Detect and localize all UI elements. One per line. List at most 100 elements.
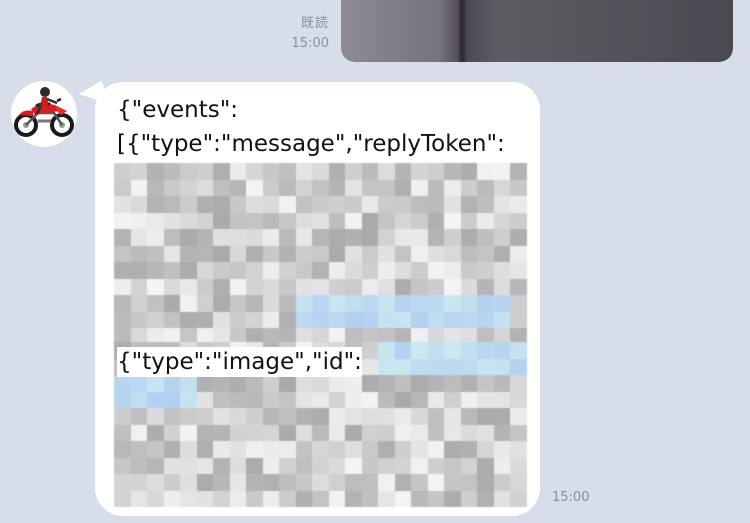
mosaic-pixel [328,245,345,262]
mosaic-pixel [147,391,164,408]
mosaic-pixel [411,163,428,180]
mosaic-pixel [345,490,362,507]
mosaic-pixel [460,424,477,441]
mosaic-pixel [510,163,527,180]
sender-avatar[interactable] [11,81,77,147]
mosaic-pixel [130,408,147,425]
mosaic-pixel [328,457,345,474]
mosaic-pixel [493,278,510,295]
mosaic-pixel [180,408,197,425]
mosaic-pixel [345,196,362,213]
mosaic-pixel [444,441,461,458]
mosaic-pixel [493,179,510,196]
mosaic-pixel [510,474,527,491]
mosaic-pixel [394,474,411,491]
mosaic-pixel [427,358,444,375]
mosaic-pixel [196,196,213,213]
mosaic-pixel [477,229,494,246]
mosaic-pixel [427,408,444,425]
mosaic-pixel [279,295,296,312]
mosaic-pixel [411,212,428,229]
mosaic-pixel [411,278,428,295]
mosaic-pixel [427,342,444,359]
mosaic-pixel [460,391,477,408]
mosaic-pixel [510,212,527,229]
mosaic-pixel [295,179,312,196]
mosaic-pixel [312,457,329,474]
mosaic-pixel [361,490,378,507]
mosaic-pixel [279,457,296,474]
mosaic-pixel [295,245,312,262]
mosaic-pixel [246,163,263,180]
mosaic-pixel [328,163,345,180]
mosaic-pixel [361,474,378,491]
mosaic-pixel [196,490,213,507]
mosaic-pixel [510,408,527,425]
mosaic-pixel [510,245,527,262]
mosaic-pixel [163,245,180,262]
mosaic-pixel [328,295,345,312]
mosaic-pixel [477,245,494,262]
mosaic-pixel [361,262,378,279]
mosaic-pixel [130,375,147,392]
mosaic-pixel [312,295,329,312]
mosaic-pixel [213,262,230,279]
mosaic-pixel [295,212,312,229]
mosaic-pixel [312,245,329,262]
mosaic-pixel [477,179,494,196]
mosaic-pixel [114,212,131,229]
mosaic-pixel [180,278,197,295]
mosaic-pixel [345,441,362,458]
mosaic-pixel [312,262,329,279]
mosaic-pixel [460,358,477,375]
mosaic-pixel [460,245,477,262]
mosaic-pixel [361,311,378,328]
mosaic-pixel [163,278,180,295]
mosaic-pixel [378,474,395,491]
mosaic-pixel [312,441,329,458]
mosaic-pixel [411,342,428,359]
mosaic-pixel [295,424,312,441]
mosaic-pixel [345,295,362,312]
mosaic-pixel [361,212,378,229]
mosaic-pixel [246,196,263,213]
mosaic-pixel [295,196,312,213]
mosaic-pixel [279,311,296,328]
mosaic-pixel [361,424,378,441]
mosaic-pixel [427,163,444,180]
sent-message-meta: 既読 15:00 [292,14,329,54]
mosaic-pixel [180,179,197,196]
mosaic-pixel [394,179,411,196]
mosaic-pixel [213,408,230,425]
mosaic-pixel [213,245,230,262]
mosaic-pixel [229,229,246,246]
mosaic-pixel [361,358,378,375]
mosaic-pixel [444,229,461,246]
mosaic-pixel [345,375,362,392]
mosaic-pixel [262,490,279,507]
mosaic-pixel [394,391,411,408]
mosaic-pixel [147,295,164,312]
mosaic-pixel [328,441,345,458]
mosaic-pixel [147,212,164,229]
mosaic-pixel [361,457,378,474]
mosaic-pixel [477,457,494,474]
mosaic-pixel [312,424,329,441]
mosaic-pixel [163,295,180,312]
mosaic-pixel [180,441,197,458]
mosaic-pixel [262,262,279,279]
mosaic-pixel [328,311,345,328]
mosaic-pixel [510,375,527,392]
mosaic-pixel [130,262,147,279]
mosaic-pixel [279,391,296,408]
mosaic-pixel [147,245,164,262]
sent-image-message[interactable] [341,0,733,62]
mosaic-pixel [262,212,279,229]
mosaic-pixel [378,295,395,312]
mosaic-pixel [394,408,411,425]
mosaic-pixel [295,375,312,392]
mosaic-pixel [180,163,197,180]
mosaic-pixel [279,490,296,507]
mosaic-pixel [130,229,147,246]
mosaic-pixel [180,295,197,312]
